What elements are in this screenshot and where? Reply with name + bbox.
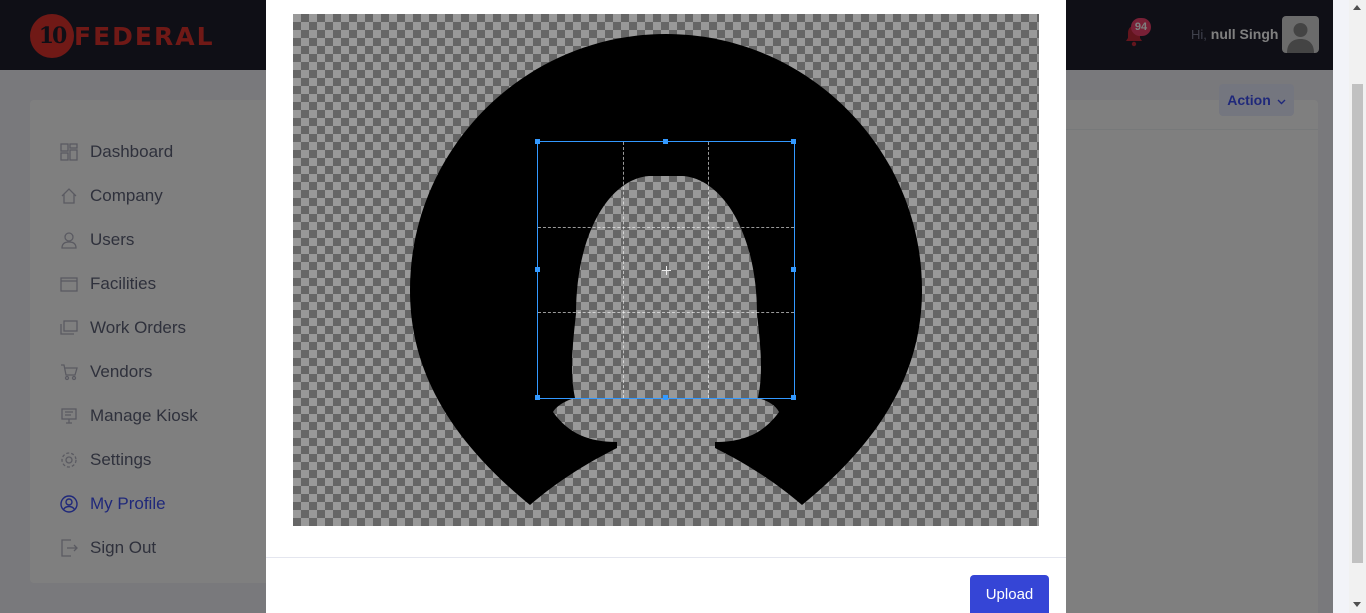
crop-handle-w[interactable] (535, 267, 540, 272)
scroll-up-arrow-icon[interactable] (1353, 5, 1361, 10)
crop-handle-e[interactable] (791, 267, 796, 272)
upload-button[interactable]: Upload (970, 575, 1049, 613)
modal-footer-divider (266, 557, 1066, 558)
scrollbar-thumb[interactable] (1352, 84, 1363, 563)
image-cropper-canvas[interactable] (293, 14, 1039, 526)
crop-handle-s[interactable] (663, 395, 668, 400)
crop-handle-nw[interactable] (535, 139, 540, 144)
crop-selection-box[interactable] (535, 139, 796, 400)
image-crop-modal: Upload (266, 0, 1066, 613)
crop-center-crosshair-icon (662, 266, 671, 275)
crop-handle-se[interactable] (791, 395, 796, 400)
crop-handle-sw[interactable] (535, 395, 540, 400)
page-scrollbar[interactable] (1349, 0, 1366, 613)
scroll-down-arrow-icon[interactable] (1353, 602, 1361, 607)
crop-handle-ne[interactable] (791, 139, 796, 144)
crop-handle-n[interactable] (663, 139, 668, 144)
